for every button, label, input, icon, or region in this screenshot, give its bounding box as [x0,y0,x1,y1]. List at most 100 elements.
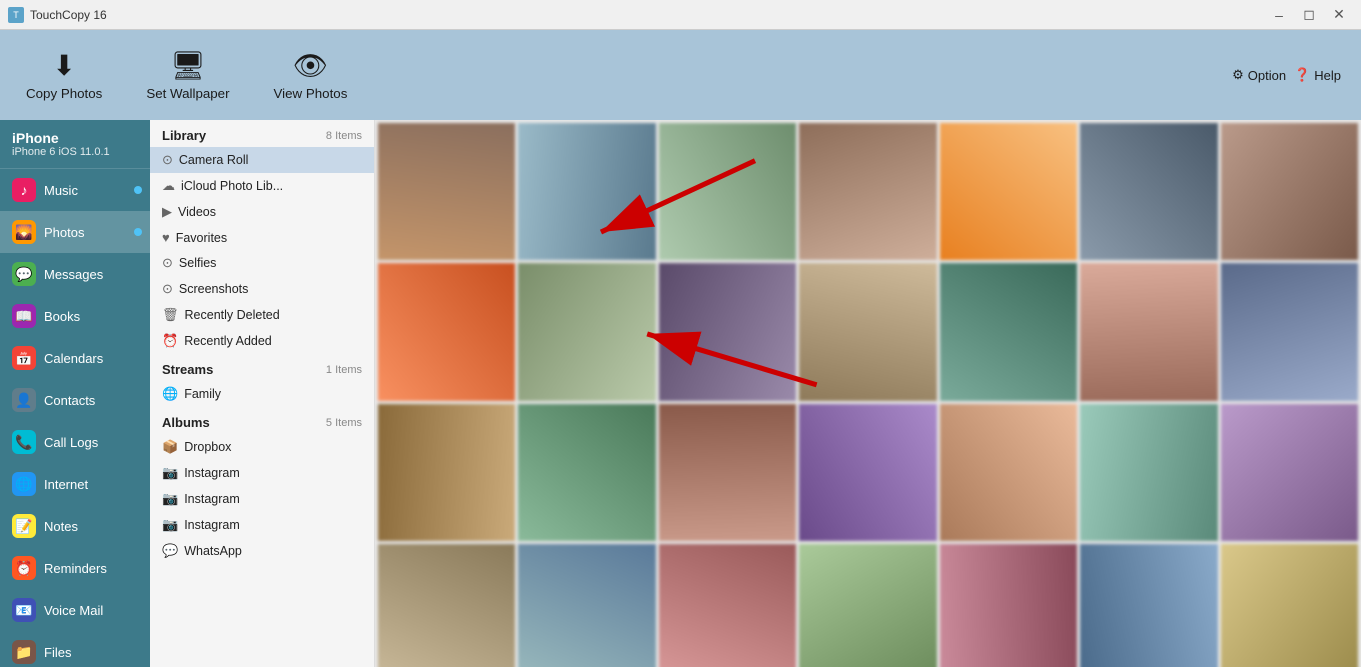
library-item-videos[interactable]: ▶ Videos [150,199,374,225]
sidebar-item-books[interactable]: 📖Books [0,295,150,337]
photo-cell[interactable] [1221,544,1358,667]
photo-cell[interactable] [1221,123,1358,260]
sidebar-label-notes: Notes [44,519,78,534]
photo-cell[interactable] [1080,123,1217,260]
photo-cell[interactable] [1080,404,1217,541]
photo-cell[interactable] [659,544,796,667]
photo-cell[interactable] [799,123,936,260]
photo-cell[interactable] [940,544,1077,667]
photo-cell[interactable] [518,544,655,667]
library-item-icloud-photo-lib[interactable]: ☁iCloud Photo Lib... [150,173,374,199]
messages-icon: 💬 [12,262,36,286]
photo-cell[interactable] [940,123,1077,260]
help-label: Help [1314,68,1341,83]
album-item-instagram2[interactable]: 📷Instagram [150,486,374,512]
photo-cell[interactable] [799,544,936,667]
minimize-button[interactable]: – [1265,4,1293,26]
photo-cell[interactable] [378,123,515,260]
photo-cell[interactable] [659,263,796,400]
photo-cell[interactable] [378,544,515,667]
library-icon-camera-roll: ⊙ [162,152,173,168]
album-icon-whatsapp: 💬 [162,543,178,559]
library-section-header: Library 8 Items [150,120,374,147]
sidebar-label-books: Books [44,309,80,324]
sidebar-item-voice-mail[interactable]: 📧Voice Mail [0,589,150,631]
photo-cell[interactable] [940,404,1077,541]
library-count: 8 Items [326,130,362,142]
stream-label-family: Family [184,387,221,401]
notes-icon: 📝 [12,514,36,538]
files-icon: 📁 [12,640,36,664]
sidebar-item-contacts[interactable]: 👤Contacts [0,379,150,421]
library-item-recently-deleted[interactable]: 🗑Recently Deleted [150,302,374,328]
contacts-icon: 👤 [12,388,36,412]
library-item-favorites[interactable]: ♥Favorites [150,225,374,250]
library-item-selfies[interactable]: ⊙Selfies [150,250,374,276]
photo-cell[interactable] [378,263,515,400]
library-icon-videos: ▶ [162,204,172,220]
sidebar-item-internet[interactable]: 🌐Internet [0,463,150,505]
library-item-camera-roll[interactable]: ⊙Camera Roll [150,147,374,173]
music-dot [134,186,142,194]
photo-cell[interactable] [378,404,515,541]
photo-cell[interactable] [799,404,936,541]
sidebar-item-messages[interactable]: 💬 Messages [0,253,150,295]
library-item-screenshots[interactable]: ⊙Screenshots [150,276,374,302]
stream-item-family[interactable]: 🌐Family [150,381,374,407]
sidebar-item-music[interactable]: ♪Music [0,169,150,211]
photo-cell[interactable] [518,263,655,400]
photo-grid [375,120,1361,667]
library-icon-recently-deleted: 🗑 [162,307,179,323]
title-bar-controls: – ◻ ✕ [1265,4,1353,26]
photos-dot [134,228,142,236]
photo-cell[interactable] [518,123,655,260]
albums-label: Albums [162,415,210,430]
device-name: iPhone [12,130,138,146]
photo-cell[interactable] [799,263,936,400]
album-item-instagram3[interactable]: 📷Instagram [150,512,374,538]
library-item-recently-added[interactable]: ⏰Recently Added [150,328,374,354]
copy-photos-button[interactable]: ⬇ Copy Photos [16,43,112,107]
sidebar-label-messages: Messages [44,267,103,282]
sidebar-item-call-logs[interactable]: 📞Call Logs [0,421,150,463]
album-label-dropbox: Dropbox [184,440,231,454]
sidebar-item-calendars[interactable]: 📅Calendars [0,337,150,379]
close-button[interactable]: ✕ [1325,4,1353,26]
voice-mail-icon: 📧 [12,598,36,622]
photo-cell[interactable] [1080,263,1217,400]
view-photos-button[interactable]: 👁 View Photos [264,43,358,107]
library-panel: Library 8 Items ⊙Camera Roll☁iCloud Phot… [150,120,375,667]
photo-cell[interactable] [518,404,655,541]
photo-area-wrapper [375,120,1361,667]
album-label-whatsapp: WhatsApp [184,544,242,558]
sidebar-item-notes[interactable]: 📝 Notes [0,505,150,547]
option-button[interactable]: ⚙ Option [1232,67,1286,83]
photo-cell[interactable] [1221,263,1358,400]
library-label-videos: Videos [178,205,216,219]
title-bar: T TouchCopy 16 – ◻ ✕ [0,0,1361,30]
option-label: Option [1248,68,1286,83]
toolbar-right: ⚙ Option ❓ Help [1232,67,1341,83]
photo-cell[interactable] [1221,404,1358,541]
sidebar-item-photos[interactable]: 🌄Photos [0,211,150,253]
help-button[interactable]: ❓ Help [1294,67,1341,83]
sidebar-item-files[interactable]: 📁Files [0,631,150,667]
streams-items: 🌐Family [150,381,374,407]
album-item-instagram1[interactable]: 📷Instagram [150,460,374,486]
copy-photos-icon: ⬇ [52,49,75,82]
maximize-button[interactable]: ◻ [1295,4,1323,26]
sidebar-item-reminders[interactable]: ⏰Reminders [0,547,150,589]
photo-cell[interactable] [659,404,796,541]
library-icon-selfies: ⊙ [162,255,173,271]
photo-cell[interactable] [940,263,1077,400]
albums-items: 📦Dropbox📷Instagram📷Instagram📷Instagram💬W… [150,434,374,564]
app-container: ⬇ Copy Photos 🖥 Set Wallpaper 👁 View Pho… [0,30,1361,667]
photo-cell[interactable] [659,123,796,260]
album-item-dropbox[interactable]: 📦Dropbox [150,434,374,460]
photo-cell[interactable] [1080,544,1217,667]
set-wallpaper-button[interactable]: 🖥 Set Wallpaper [136,43,239,107]
photos-icon: 🌄 [12,220,36,244]
album-item-whatsapp[interactable]: 💬 WhatsApp [150,538,374,564]
streams-count: 1 Items [326,364,362,376]
sidebar-label-music: Music [44,183,78,198]
